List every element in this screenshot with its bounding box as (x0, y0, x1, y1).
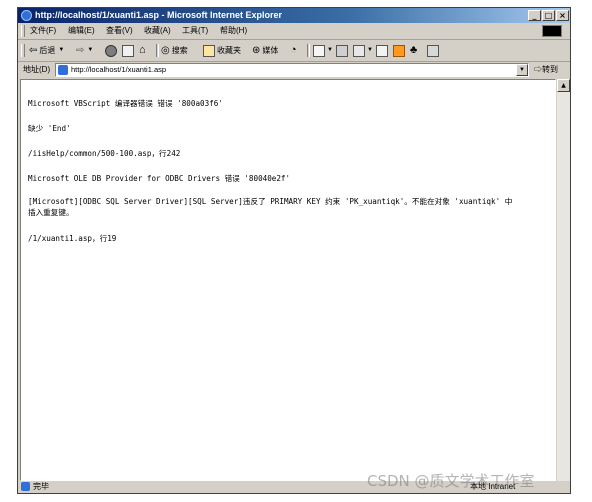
back-arrow-icon: ⇦ (29, 45, 38, 56)
status-page-icon (21, 482, 30, 491)
media-icon: ⊛ (252, 45, 261, 56)
back-label: 后退 (39, 46, 56, 55)
search-icon: ◎ (161, 45, 170, 56)
research-button[interactable]: ♣ (410, 43, 417, 58)
address-url[interactable]: http://localhost/1/xuanti1.asp (71, 62, 166, 78)
media-label: 媒体 (262, 46, 279, 55)
close-button[interactable]: × (556, 10, 569, 21)
maximize-button[interactable]: □ (542, 10, 555, 21)
stop-button[interactable] (105, 43, 119, 58)
minimize-button[interactable]: _ (528, 10, 541, 21)
printer-icon (336, 44, 348, 57)
search-button[interactable]: ◎ 搜索 (161, 43, 188, 58)
messenger-icon (393, 44, 405, 57)
menu-help[interactable]: 帮助(H) (220, 23, 247, 39)
status-text: 完毕 (33, 482, 49, 491)
address-dropdown-icon[interactable]: ▼ (516, 64, 528, 76)
error-line-duplicate-key: 插入重复键。 (28, 208, 74, 217)
tools-button[interactable] (427, 43, 441, 58)
research-icon: ♣ (410, 44, 418, 56)
go-arrow-icon: ⇨ (534, 65, 542, 74)
mail-icon (313, 44, 325, 57)
back-dropdown-icon[interactable]: ▼ (58, 40, 64, 61)
forward-arrow-icon: ⇨ (76, 45, 85, 56)
stop-icon (105, 44, 117, 57)
go-label: 转到 (542, 65, 558, 74)
error-line-vbscript: Microsoft VBScript 编译器错误 错误 '800a03f6' (28, 99, 223, 108)
media-button[interactable]: ⊛ 媒体 (252, 43, 278, 58)
page-icon (58, 65, 68, 75)
home-button[interactable]: ⌂ (139, 43, 146, 58)
favorites-label: 收藏夹 (217, 46, 241, 55)
address-bar: 地址(D) http://localhost/1/xuanti1.asp ▼ ⇨… (18, 62, 570, 78)
go-button[interactable]: ⇨转到 (534, 62, 558, 78)
forward-dropdown-icon[interactable]: ▼ (87, 40, 93, 61)
error-line-missing-end: 缺少 'End' (28, 124, 71, 133)
toolbar-separator (307, 44, 310, 57)
menu-grip[interactable] (21, 25, 25, 37)
back-button[interactable]: ⇦ 后退 ▼ (29, 43, 64, 58)
favorites-icon (203, 44, 215, 57)
windows-logo-icon (542, 25, 562, 37)
forward-button[interactable]: ⇨ ▼ (76, 43, 93, 58)
error-line-helpfile: /iisHelp/common/500-100.asp，行242 (28, 149, 181, 158)
page-content: Microsoft VBScript 编译器错误 错误 '800a03f6' 缺… (20, 79, 556, 481)
menu-bar: 文件(F) 编辑(E) 查看(V) 收藏(A) 工具(T) 帮助(H) (18, 23, 570, 40)
error-line-oledb: Microsoft OLE DB Provider for ODBC Drive… (28, 174, 291, 183)
scroll-up-button[interactable]: ▲ (557, 79, 570, 92)
vertical-scrollbar[interactable]: ▲ (556, 79, 570, 481)
error-line-source: /1/xuanti1.asp，行19 (28, 234, 117, 243)
history-button[interactable]: ◔ (290, 43, 297, 58)
toolbar-separator (156, 44, 159, 57)
address-label: 地址(D) (23, 65, 51, 74)
address-input[interactable]: http://localhost/1/xuanti1.asp ▼ (55, 63, 529, 77)
menu-edit[interactable]: 编辑(E) (68, 23, 95, 39)
edit-dropdown-icon[interactable]: ▼ (367, 40, 373, 61)
edit-page-icon (353, 44, 365, 57)
home-icon: ⌂ (139, 44, 146, 56)
messenger-button[interactable] (393, 43, 407, 58)
standard-toolbar: ⇦ 后退 ▼ ⇨ ▼ ⌂ ◎ 搜索 收藏夹 ⊛ 媒体 ◔ ▼ ▼ ♣ (18, 40, 570, 62)
watermark: CSDN @质文学术工作室 (367, 472, 535, 490)
edit-button[interactable]: ▼ (353, 43, 373, 58)
toolbar-grip[interactable] (21, 44, 25, 57)
discuss-icon (376, 44, 388, 57)
print-button[interactable] (336, 43, 350, 58)
menu-file[interactable]: 文件(F) (30, 23, 56, 39)
search-label: 搜索 (171, 46, 188, 55)
discuss-button[interactable] (376, 43, 390, 58)
refresh-button[interactable] (122, 43, 136, 58)
menu-view[interactable]: 查看(V) (106, 23, 133, 39)
ie-window: http://localhost/1/xuanti1.asp - Microso… (17, 7, 571, 494)
ie-icon (21, 10, 32, 21)
window-title: http://localhost/1/xuanti1.asp - Microso… (35, 10, 283, 20)
menu-favorites[interactable]: 收藏(A) (144, 23, 171, 39)
mail-dropdown-icon[interactable]: ▼ (327, 40, 333, 61)
mail-button[interactable]: ▼ (313, 43, 333, 58)
menu-tools[interactable]: 工具(T) (182, 23, 208, 39)
title-bar[interactable]: http://localhost/1/xuanti1.asp - Microso… (18, 8, 570, 23)
error-line-primary-key: [Microsoft][ODBC SQL Server Driver][SQL … (28, 197, 513, 206)
favorites-button[interactable]: 收藏夹 (203, 43, 241, 58)
tools-icon (427, 44, 439, 57)
refresh-icon (122, 44, 134, 57)
history-icon: ◔ (290, 44, 297, 56)
